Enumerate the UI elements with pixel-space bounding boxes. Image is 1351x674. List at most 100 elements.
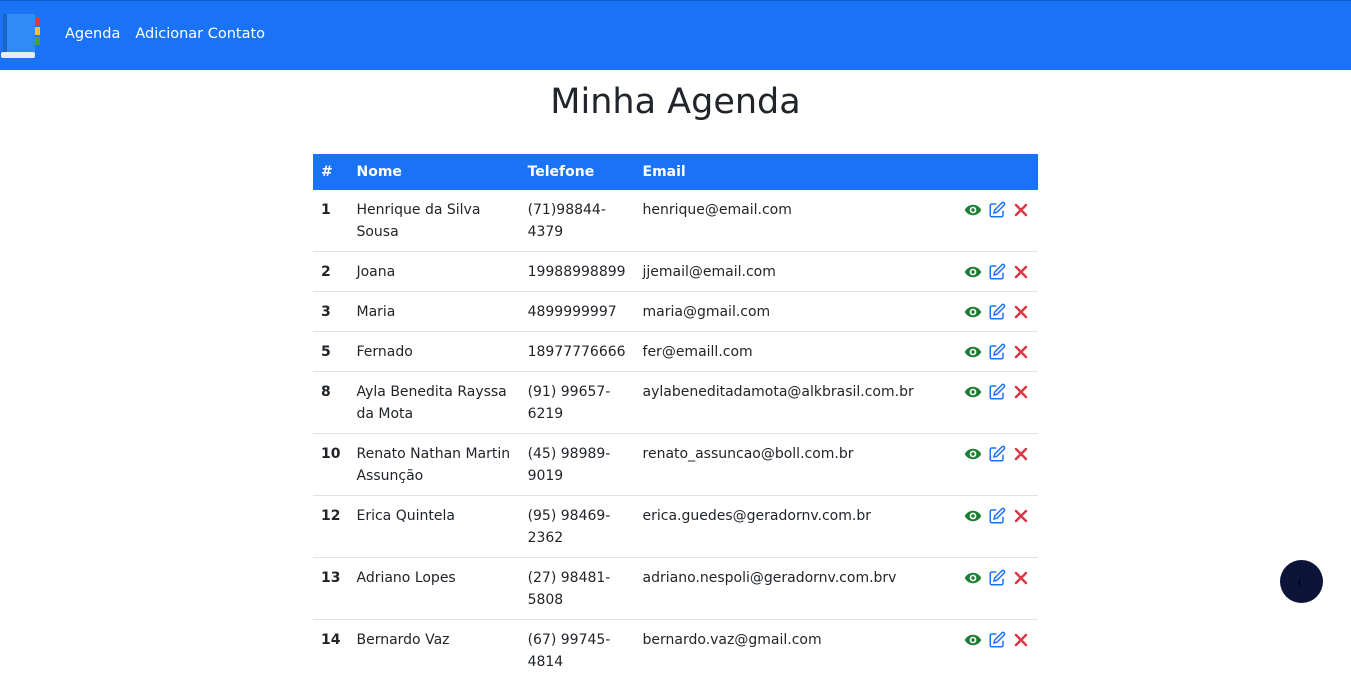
table-row: 14 Bernardo Vaz (67) 99745-4814 bernardo.va… xyxy=(313,619,1038,674)
table-header-row: # Nome Telefone Email xyxy=(313,154,1038,190)
view-contact-button[interactable] xyxy=(964,631,982,649)
edit-icon xyxy=(988,343,1006,361)
eye-icon xyxy=(964,445,982,463)
cell-name: Ayla Benedita Rayssa da Mota xyxy=(348,371,520,434)
view-contact-button[interactable] xyxy=(964,445,982,463)
view-contact-button[interactable] xyxy=(964,263,982,281)
table-row: 1 Henrique da Silva Sousa (71)98844-4379 he… xyxy=(313,190,1038,252)
header-phone: Telefone xyxy=(527,164,595,180)
edit-icon xyxy=(988,569,1006,587)
cell-email: maria@gmail.com xyxy=(634,291,954,332)
cell-actions xyxy=(953,190,1038,252)
cell-actions xyxy=(953,371,1038,434)
delete-contact-button[interactable] xyxy=(1012,383,1030,401)
edit-contact-button[interactable] xyxy=(988,303,1006,321)
cell-phone: 18977776666 xyxy=(519,331,635,372)
delete-contact-button[interactable] xyxy=(1012,507,1030,525)
table-row: 3 Maria 4899999997 maria@gmail.com xyxy=(313,291,1038,332)
cell-actions xyxy=(953,495,1038,558)
table-row: 13 Adriano Lopes (27) 98481-5808 adriano.ne… xyxy=(313,557,1038,620)
view-contact-button[interactable] xyxy=(964,383,982,401)
edit-contact-button[interactable] xyxy=(988,445,1006,463)
edit-contact-button[interactable] xyxy=(988,569,1006,587)
nav-link-add-contact[interactable]: Adicionar Contato xyxy=(135,26,265,42)
cell-phone: (95) 98469-2362 xyxy=(519,495,635,558)
navbar: Agenda Adicionar Contato xyxy=(0,0,1351,70)
cell-name: Maria xyxy=(348,291,520,332)
address-book-icon[interactable] xyxy=(1,14,41,60)
eye-icon xyxy=(964,263,982,281)
cell-name: Renato Nathan Martin Assunção xyxy=(348,433,520,496)
cell-phone: (71)98844-4379 xyxy=(519,190,635,252)
edit-icon xyxy=(988,263,1006,281)
cell-email: adriano.nespoli@geradornv.com.brv xyxy=(634,557,954,620)
row-actions xyxy=(961,261,1030,281)
cell-email: renato_assuncao@boll.com.br xyxy=(634,433,954,496)
delete-contact-button[interactable] xyxy=(1012,569,1030,587)
cell-email: bernardo.vaz@gmail.com xyxy=(634,619,954,674)
page-title: Minha Agenda xyxy=(550,82,801,122)
cell-name: Adriano Lopes xyxy=(348,557,520,620)
cell-email: erica.guedes@geradornv.com.br xyxy=(634,495,954,558)
edit-icon xyxy=(988,507,1006,525)
row-actions xyxy=(961,629,1030,649)
eye-icon xyxy=(964,569,982,587)
close-icon xyxy=(1014,305,1028,319)
cell-id: 1 xyxy=(313,190,349,252)
row-actions xyxy=(961,505,1030,525)
edit-contact-button[interactable] xyxy=(988,263,1006,281)
table-row: 10 Renato Nathan Martin Assunção (45) 9898… xyxy=(313,433,1038,496)
view-contact-button[interactable] xyxy=(964,569,982,587)
edit-contact-button[interactable] xyxy=(988,631,1006,649)
cell-actions xyxy=(953,291,1038,332)
close-icon xyxy=(1014,633,1028,647)
view-contact-button[interactable] xyxy=(964,343,982,361)
close-icon xyxy=(1014,345,1028,359)
delete-contact-button[interactable] xyxy=(1012,445,1030,463)
table-row: 8 Ayla Benedita Rayssa da Mota (91) 99657-… xyxy=(313,371,1038,434)
cell-email: fer@emaill.com xyxy=(634,331,954,372)
cell-phone: (27) 98481-5808 xyxy=(519,557,635,620)
view-contact-button[interactable] xyxy=(964,201,982,219)
header-name: Nome xyxy=(356,164,402,180)
cell-phone: (45) 98989-9019 xyxy=(519,433,635,496)
nav-links: Agenda Adicionar Contato xyxy=(65,26,265,42)
edit-contact-button[interactable] xyxy=(988,343,1006,361)
close-icon xyxy=(1014,509,1028,523)
eye-icon xyxy=(964,383,982,401)
cell-actions xyxy=(953,251,1038,292)
cell-actions xyxy=(953,433,1038,496)
close-icon xyxy=(1014,385,1028,399)
delete-contact-button[interactable] xyxy=(1012,631,1030,649)
edit-icon xyxy=(988,303,1006,321)
nav-link-agenda[interactable]: Agenda xyxy=(65,26,120,42)
cell-id: 10 xyxy=(313,433,349,496)
cell-id: 5 xyxy=(313,331,349,372)
view-contact-button[interactable] xyxy=(964,303,982,321)
cell-id: 3 xyxy=(313,291,349,332)
delete-contact-button[interactable] xyxy=(1012,303,1030,321)
delete-contact-button[interactable] xyxy=(1012,343,1030,361)
header-id: # xyxy=(321,164,333,180)
delete-contact-button[interactable] xyxy=(1012,201,1030,219)
close-icon xyxy=(1014,571,1028,585)
cell-id: 13 xyxy=(313,557,349,620)
cell-name: Bernardo Vaz xyxy=(348,619,520,674)
table-row: 2 Joana 19988998899 jjemail@email.com xyxy=(313,251,1038,292)
theme-toggle-button[interactable] xyxy=(1280,560,1323,603)
edit-contact-button[interactable] xyxy=(988,201,1006,219)
cell-email: aylabeneditadamota@alkbrasil.com.br xyxy=(634,371,954,434)
close-icon xyxy=(1014,203,1028,217)
cell-name: Fernado xyxy=(348,331,520,372)
delete-contact-button[interactable] xyxy=(1012,263,1030,281)
cell-phone: (67) 99745-4814 xyxy=(519,619,635,674)
edit-contact-button[interactable] xyxy=(988,383,1006,401)
eye-icon xyxy=(964,201,982,219)
cell-id: 12 xyxy=(313,495,349,558)
view-contact-button[interactable] xyxy=(964,507,982,525)
cell-name: Henrique da Silva Sousa xyxy=(348,190,520,252)
edit-icon xyxy=(988,383,1006,401)
cell-name: Joana xyxy=(348,251,520,292)
edit-contact-button[interactable] xyxy=(988,507,1006,525)
row-actions xyxy=(961,443,1030,463)
